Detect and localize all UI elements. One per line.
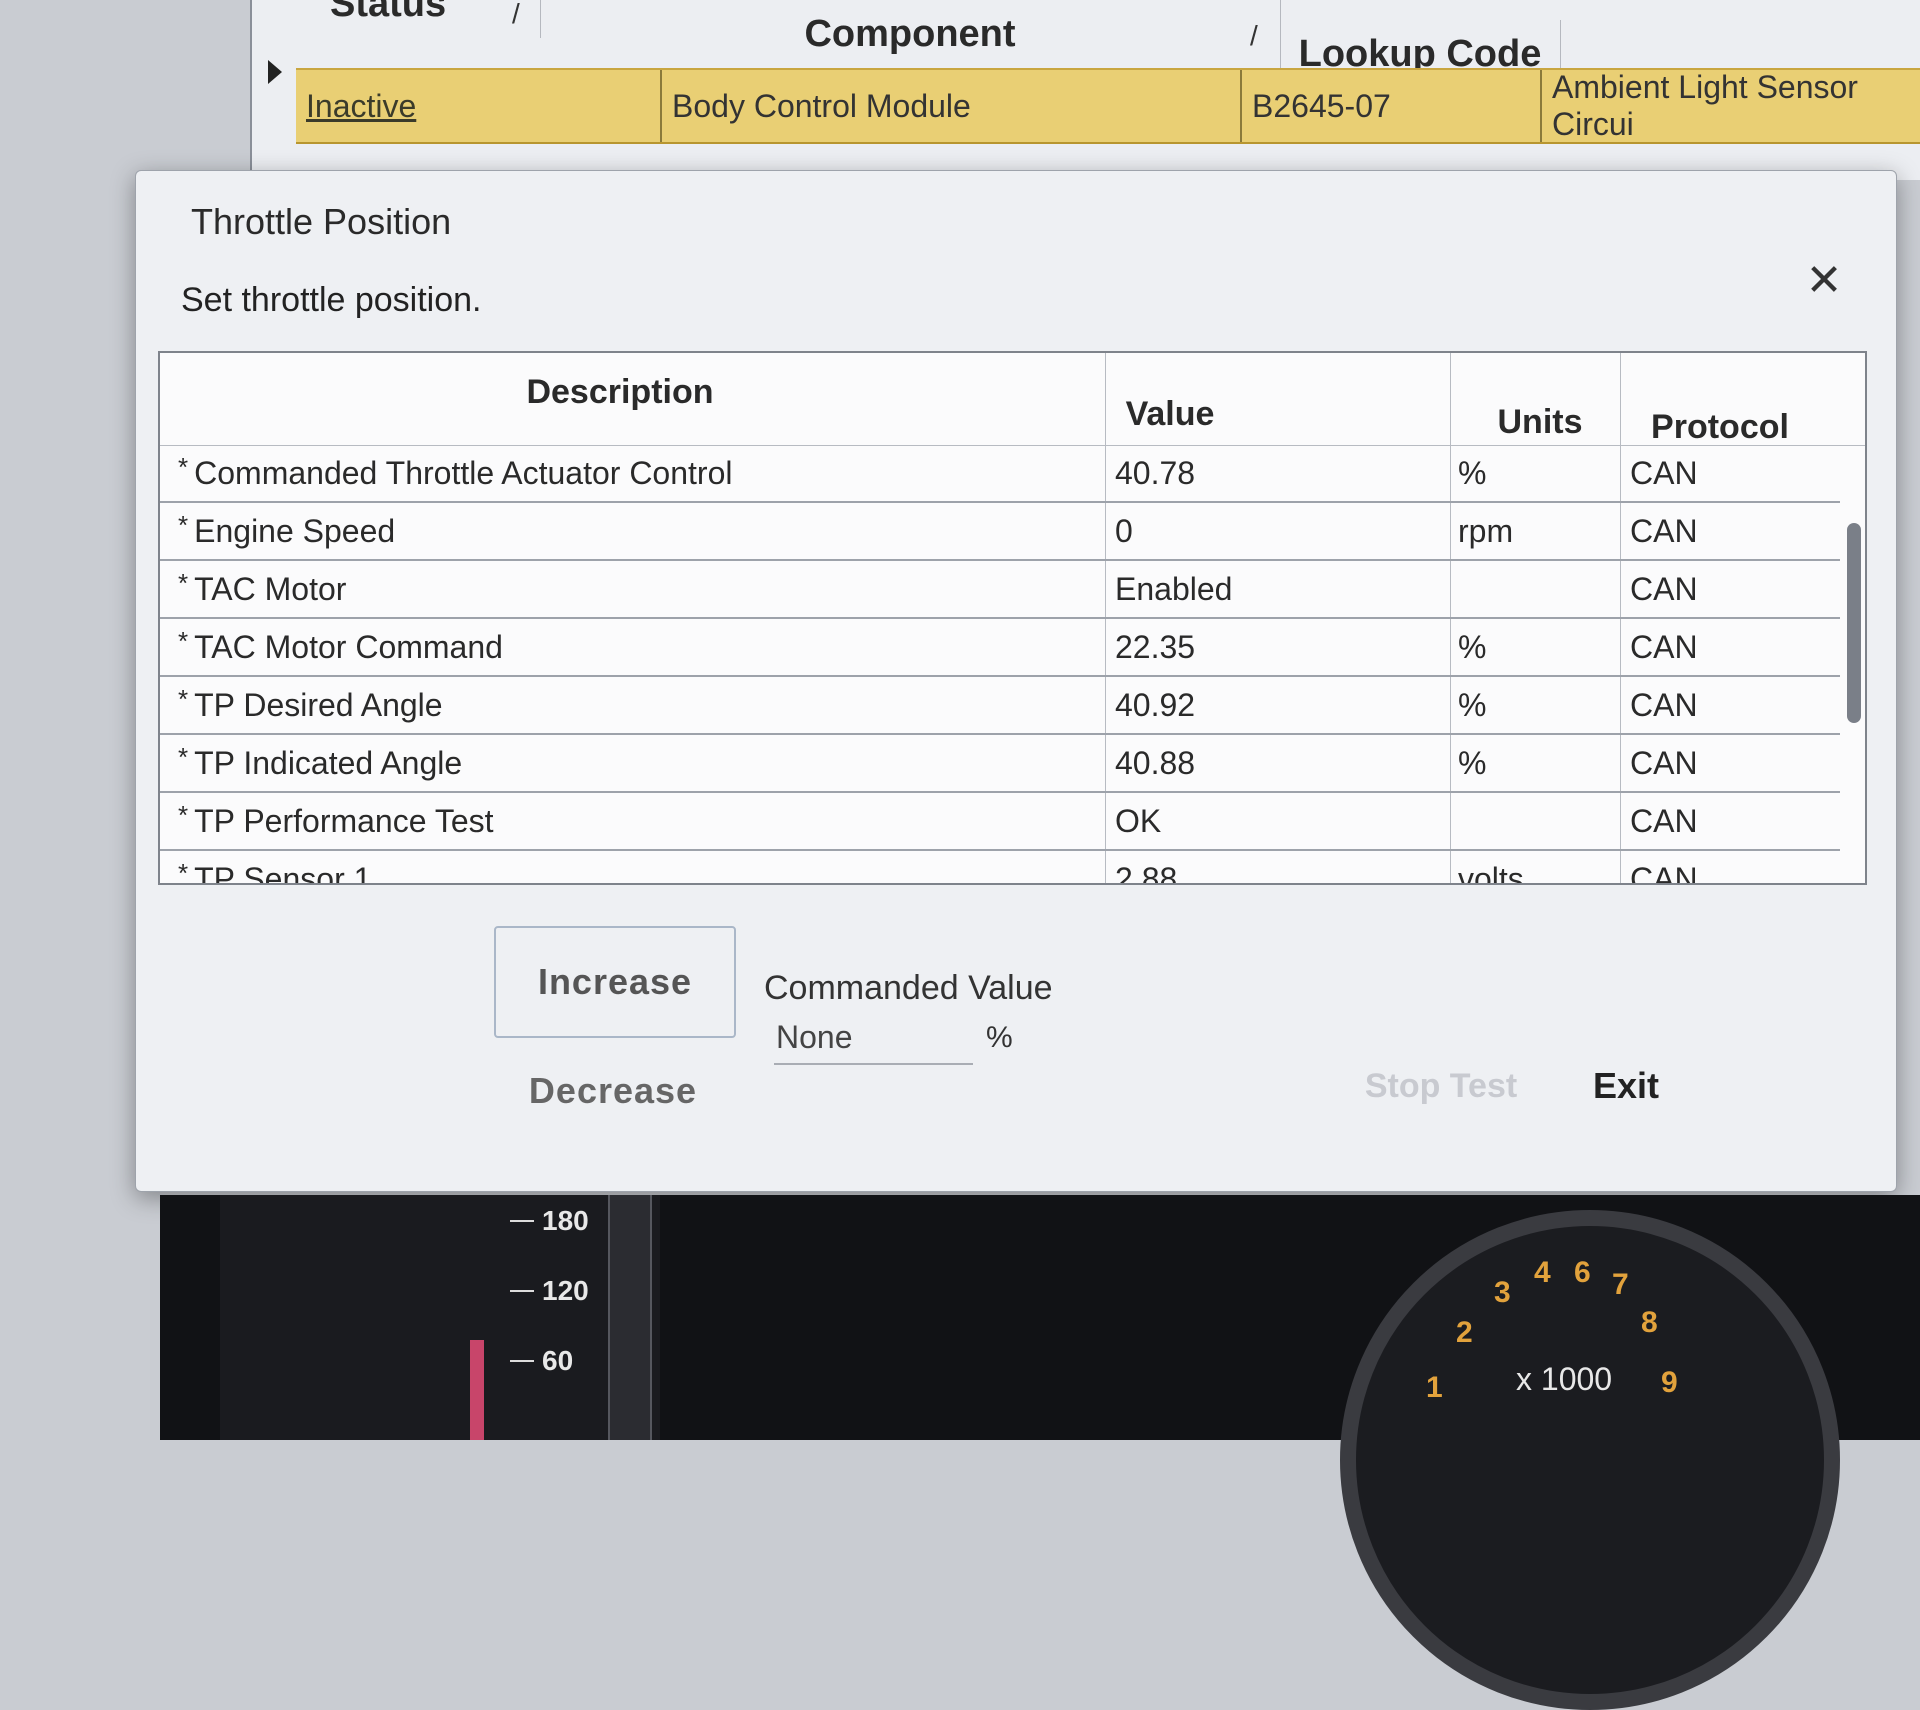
close-icon[interactable]: ✕ bbox=[1804, 259, 1844, 303]
tach-multiplier: x 1000 bbox=[1516, 1361, 1613, 1397]
units-cell: % bbox=[1458, 686, 1487, 723]
table-row[interactable]: * TP Desired Angle 40.92 % CAN bbox=[160, 677, 1840, 735]
scale-tick bbox=[510, 1220, 534, 1222]
value-cell: 2.88 bbox=[1115, 860, 1178, 885]
dialog-instruction: Set throttle position. bbox=[181, 281, 482, 319]
speed-bar bbox=[470, 1340, 484, 1440]
column-header-protocol[interactable]: Protocol bbox=[1620, 408, 1820, 447]
protocol-cell: CAN bbox=[1630, 686, 1698, 723]
units-cell bbox=[1458, 793, 1618, 849]
commanded-value-input[interactable] bbox=[774, 1011, 973, 1065]
column-header-description[interactable]: Description bbox=[360, 373, 880, 412]
description-cell: * TAC Motor Command bbox=[178, 625, 503, 665]
protocol-cell: CAN bbox=[1630, 454, 1698, 491]
table-row[interactable]: * TP Sensor 1 2.88 volts CAN bbox=[160, 851, 1840, 885]
tach-number: 9 bbox=[1661, 1366, 1678, 1399]
value-cell: Enabled bbox=[1115, 570, 1233, 607]
description-cell: * TP Sensor 1 bbox=[178, 857, 372, 885]
value-cell: OK bbox=[1115, 802, 1162, 839]
description-cell: * Engine Speed bbox=[178, 509, 396, 549]
column-header-status[interactable]: Status bbox=[330, 0, 541, 38]
protocol-cell: CAN bbox=[1630, 744, 1698, 781]
value-cell: 40.88 bbox=[1115, 744, 1196, 781]
units-cell: volts bbox=[1458, 860, 1524, 885]
commanded-value-label: Commanded Value bbox=[764, 969, 1053, 1007]
tach-number: 8 bbox=[1641, 1306, 1658, 1339]
pid-grid-header: Description Value Units Protocol bbox=[160, 353, 1865, 446]
units-cell: % bbox=[1458, 628, 1487, 665]
tach-number: 3 bbox=[1494, 1276, 1511, 1309]
units-cell: % bbox=[1458, 454, 1487, 491]
tach-number: 6 bbox=[1574, 1256, 1591, 1289]
description-cell: * TP Indicated Angle bbox=[178, 741, 463, 781]
value-cell: 40.92 bbox=[1115, 686, 1196, 723]
component-cell: Body Control Module bbox=[662, 70, 1242, 142]
lookup-code-cell: B2645-07 bbox=[1242, 70, 1542, 142]
tach-number: 7 bbox=[1612, 1268, 1629, 1301]
protocol-cell: CAN bbox=[1630, 860, 1698, 885]
protocol-cell: CAN bbox=[1630, 512, 1698, 549]
protocol-cell: CAN bbox=[1630, 628, 1698, 665]
dialog-title: Throttle Position bbox=[191, 201, 452, 242]
dtc-row-selected[interactable]: Inactive Body Control Module B2645-07 Am… bbox=[296, 68, 1920, 144]
exit-button[interactable]: Exit bbox=[1536, 1051, 1716, 1121]
dtc-description-cell: Ambient Light Sensor Circui bbox=[1552, 69, 1858, 142]
speed-scale-panel: 180 120 60 bbox=[220, 1195, 660, 1440]
protocol-cell: CAN bbox=[1630, 802, 1698, 839]
throttle-position-dialog: Throttle Position ✕ Set throttle positio… bbox=[135, 170, 1897, 1192]
sort-icon: / bbox=[1250, 20, 1258, 51]
pid-grid-body: * Commanded Throttle Actuator Control 40.… bbox=[160, 445, 1840, 885]
table-row[interactable]: * Engine Speed 0 rpm CAN bbox=[160, 503, 1840, 561]
value-cell: 0 bbox=[1115, 512, 1133, 549]
column-header-units[interactable]: Units bbox=[1460, 403, 1620, 442]
table-row[interactable]: * TAC Motor Command 22.35 % CAN bbox=[160, 619, 1840, 677]
tach-number: 4 bbox=[1534, 1256, 1551, 1289]
table-row[interactable]: * TP Performance Test OK CAN bbox=[160, 793, 1840, 851]
commanded-value-unit: % bbox=[986, 1021, 1013, 1054]
tach-number: 1 bbox=[1426, 1371, 1443, 1404]
value-cell: 40.78 bbox=[1115, 454, 1196, 491]
speed-scale-label: 180 bbox=[542, 1205, 589, 1236]
stop-test-button[interactable]: Stop Test bbox=[1351, 1051, 1531, 1121]
panel-divider bbox=[608, 1195, 652, 1440]
units-cell: rpm bbox=[1458, 512, 1514, 549]
speed-scale-label: 60 bbox=[542, 1345, 574, 1376]
protocol-cell: CAN bbox=[1630, 570, 1698, 607]
speed-scale-label: 120 bbox=[542, 1275, 589, 1306]
pid-grid: Description Value Units Protocol * Comman… bbox=[158, 351, 1867, 885]
tachometer-gauge: 1 2 3 4 6 7 8 9 x 1000 bbox=[1340, 1210, 1840, 1710]
column-header-component[interactable]: Component bbox=[540, 0, 1281, 68]
increase-button[interactable]: Increase bbox=[494, 926, 736, 1038]
scale-tick bbox=[510, 1290, 534, 1292]
column-header-value[interactable]: Value bbox=[1000, 395, 1340, 434]
tach-number: 2 bbox=[1456, 1316, 1473, 1349]
scale-tick bbox=[510, 1360, 534, 1362]
table-row[interactable]: * Commanded Throttle Actuator Control 40.… bbox=[160, 445, 1840, 503]
grid-scrollbar[interactable] bbox=[1847, 523, 1861, 723]
units-cell bbox=[1458, 561, 1618, 617]
dtc-table-header: Status / Component / Lookup Code bbox=[250, 0, 1920, 88]
table-row[interactable]: * TP Indicated Angle 40.88 % CAN bbox=[160, 735, 1840, 793]
units-cell: % bbox=[1458, 744, 1487, 781]
description-cell: * TP Performance Test bbox=[178, 799, 494, 839]
description-cell: * Commanded Throttle Actuator Control bbox=[178, 451, 733, 491]
value-cell: 22.35 bbox=[1115, 628, 1196, 665]
status-link[interactable]: Inactive bbox=[296, 70, 662, 142]
decrease-button[interactable]: Decrease bbox=[494, 1051, 732, 1131]
description-cell: * TP Desired Angle bbox=[178, 683, 443, 723]
table-row[interactable]: * TAC Motor Enabled CAN bbox=[160, 561, 1840, 619]
sort-icon: / bbox=[512, 0, 520, 29]
row-selector-icon bbox=[268, 60, 282, 84]
dashboard-panel: 180 120 60 1 2 3 4 6 7 8 9 x 1000 bbox=[160, 1195, 1920, 1710]
description-cell: * TAC Motor bbox=[178, 567, 347, 607]
